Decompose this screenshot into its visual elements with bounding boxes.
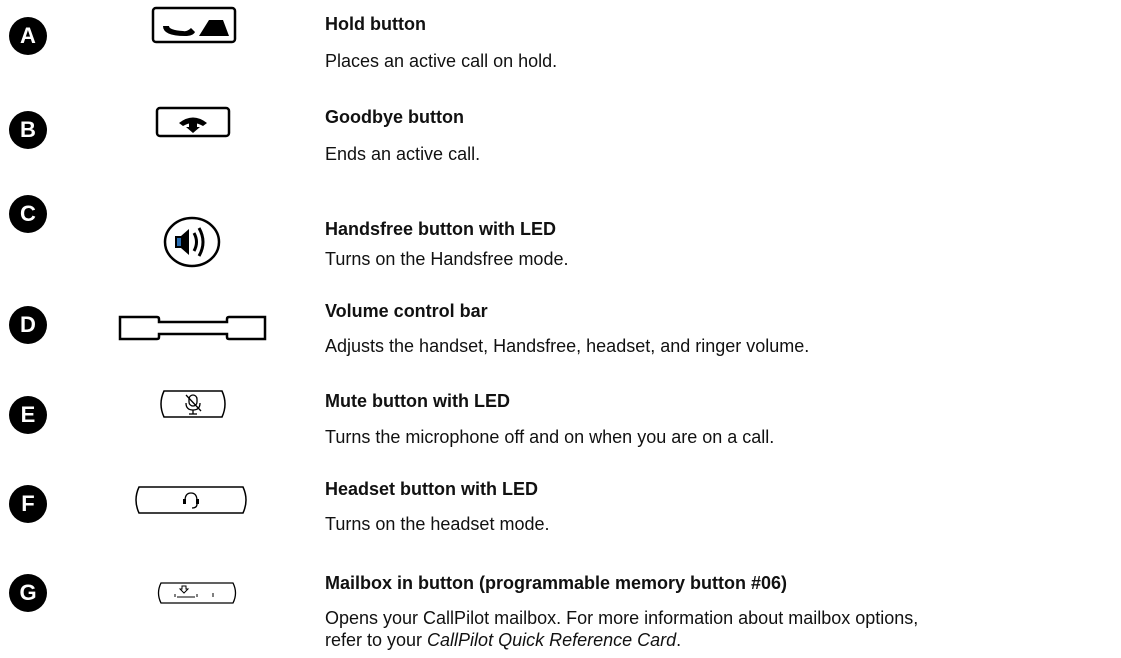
item-desc: Turns on the headset mode. bbox=[325, 514, 550, 534]
item-title: Goodbye button bbox=[325, 107, 464, 127]
item-desc: Ends an active call. bbox=[325, 144, 481, 164]
badge-f: F bbox=[9, 485, 47, 523]
handsfree-icon bbox=[163, 216, 221, 268]
hold-icon bbox=[151, 6, 237, 44]
badge-d: D bbox=[9, 306, 47, 344]
item-desc: Adjusts the handset, Handsfree, headset,… bbox=[325, 336, 810, 356]
item-desc: Turns on the Handsfree mode. bbox=[325, 249, 569, 269]
item-desc: Turns the microphone off and on when you… bbox=[325, 427, 775, 447]
badge-a: A bbox=[9, 17, 47, 55]
mute-icon bbox=[160, 390, 226, 418]
volume-bar-icon bbox=[118, 315, 267, 341]
item-desc: Places an active call on hold. bbox=[325, 51, 558, 71]
item-title: Mute button with LED bbox=[325, 391, 510, 411]
item-title: Volume control bar bbox=[325, 301, 488, 321]
item-title: Headset button with LED bbox=[325, 479, 538, 499]
desc2-pre: refer to your bbox=[325, 630, 428, 650]
item-title: Hold button bbox=[325, 14, 426, 34]
reference-card-title: CallPilot Quick Reference Card bbox=[427, 630, 677, 650]
badge-b: B bbox=[9, 111, 47, 149]
badge-c: C bbox=[9, 195, 47, 233]
mailbox-icon bbox=[157, 582, 237, 604]
item-title: Handsfree button with LED bbox=[325, 219, 556, 239]
headset-icon bbox=[135, 486, 247, 514]
desc2-post: . bbox=[676, 630, 682, 650]
item-desc-line2: refer to your CallPilot Quick Reference … bbox=[325, 629, 681, 651]
item-title: Mailbox in button (programmable memory b… bbox=[325, 573, 788, 593]
item-desc: Opens your CallPilot mailbox. For more i… bbox=[325, 608, 919, 628]
badge-e: E bbox=[9, 396, 47, 434]
badge-g: G bbox=[9, 574, 47, 612]
goodbye-icon bbox=[155, 106, 231, 138]
